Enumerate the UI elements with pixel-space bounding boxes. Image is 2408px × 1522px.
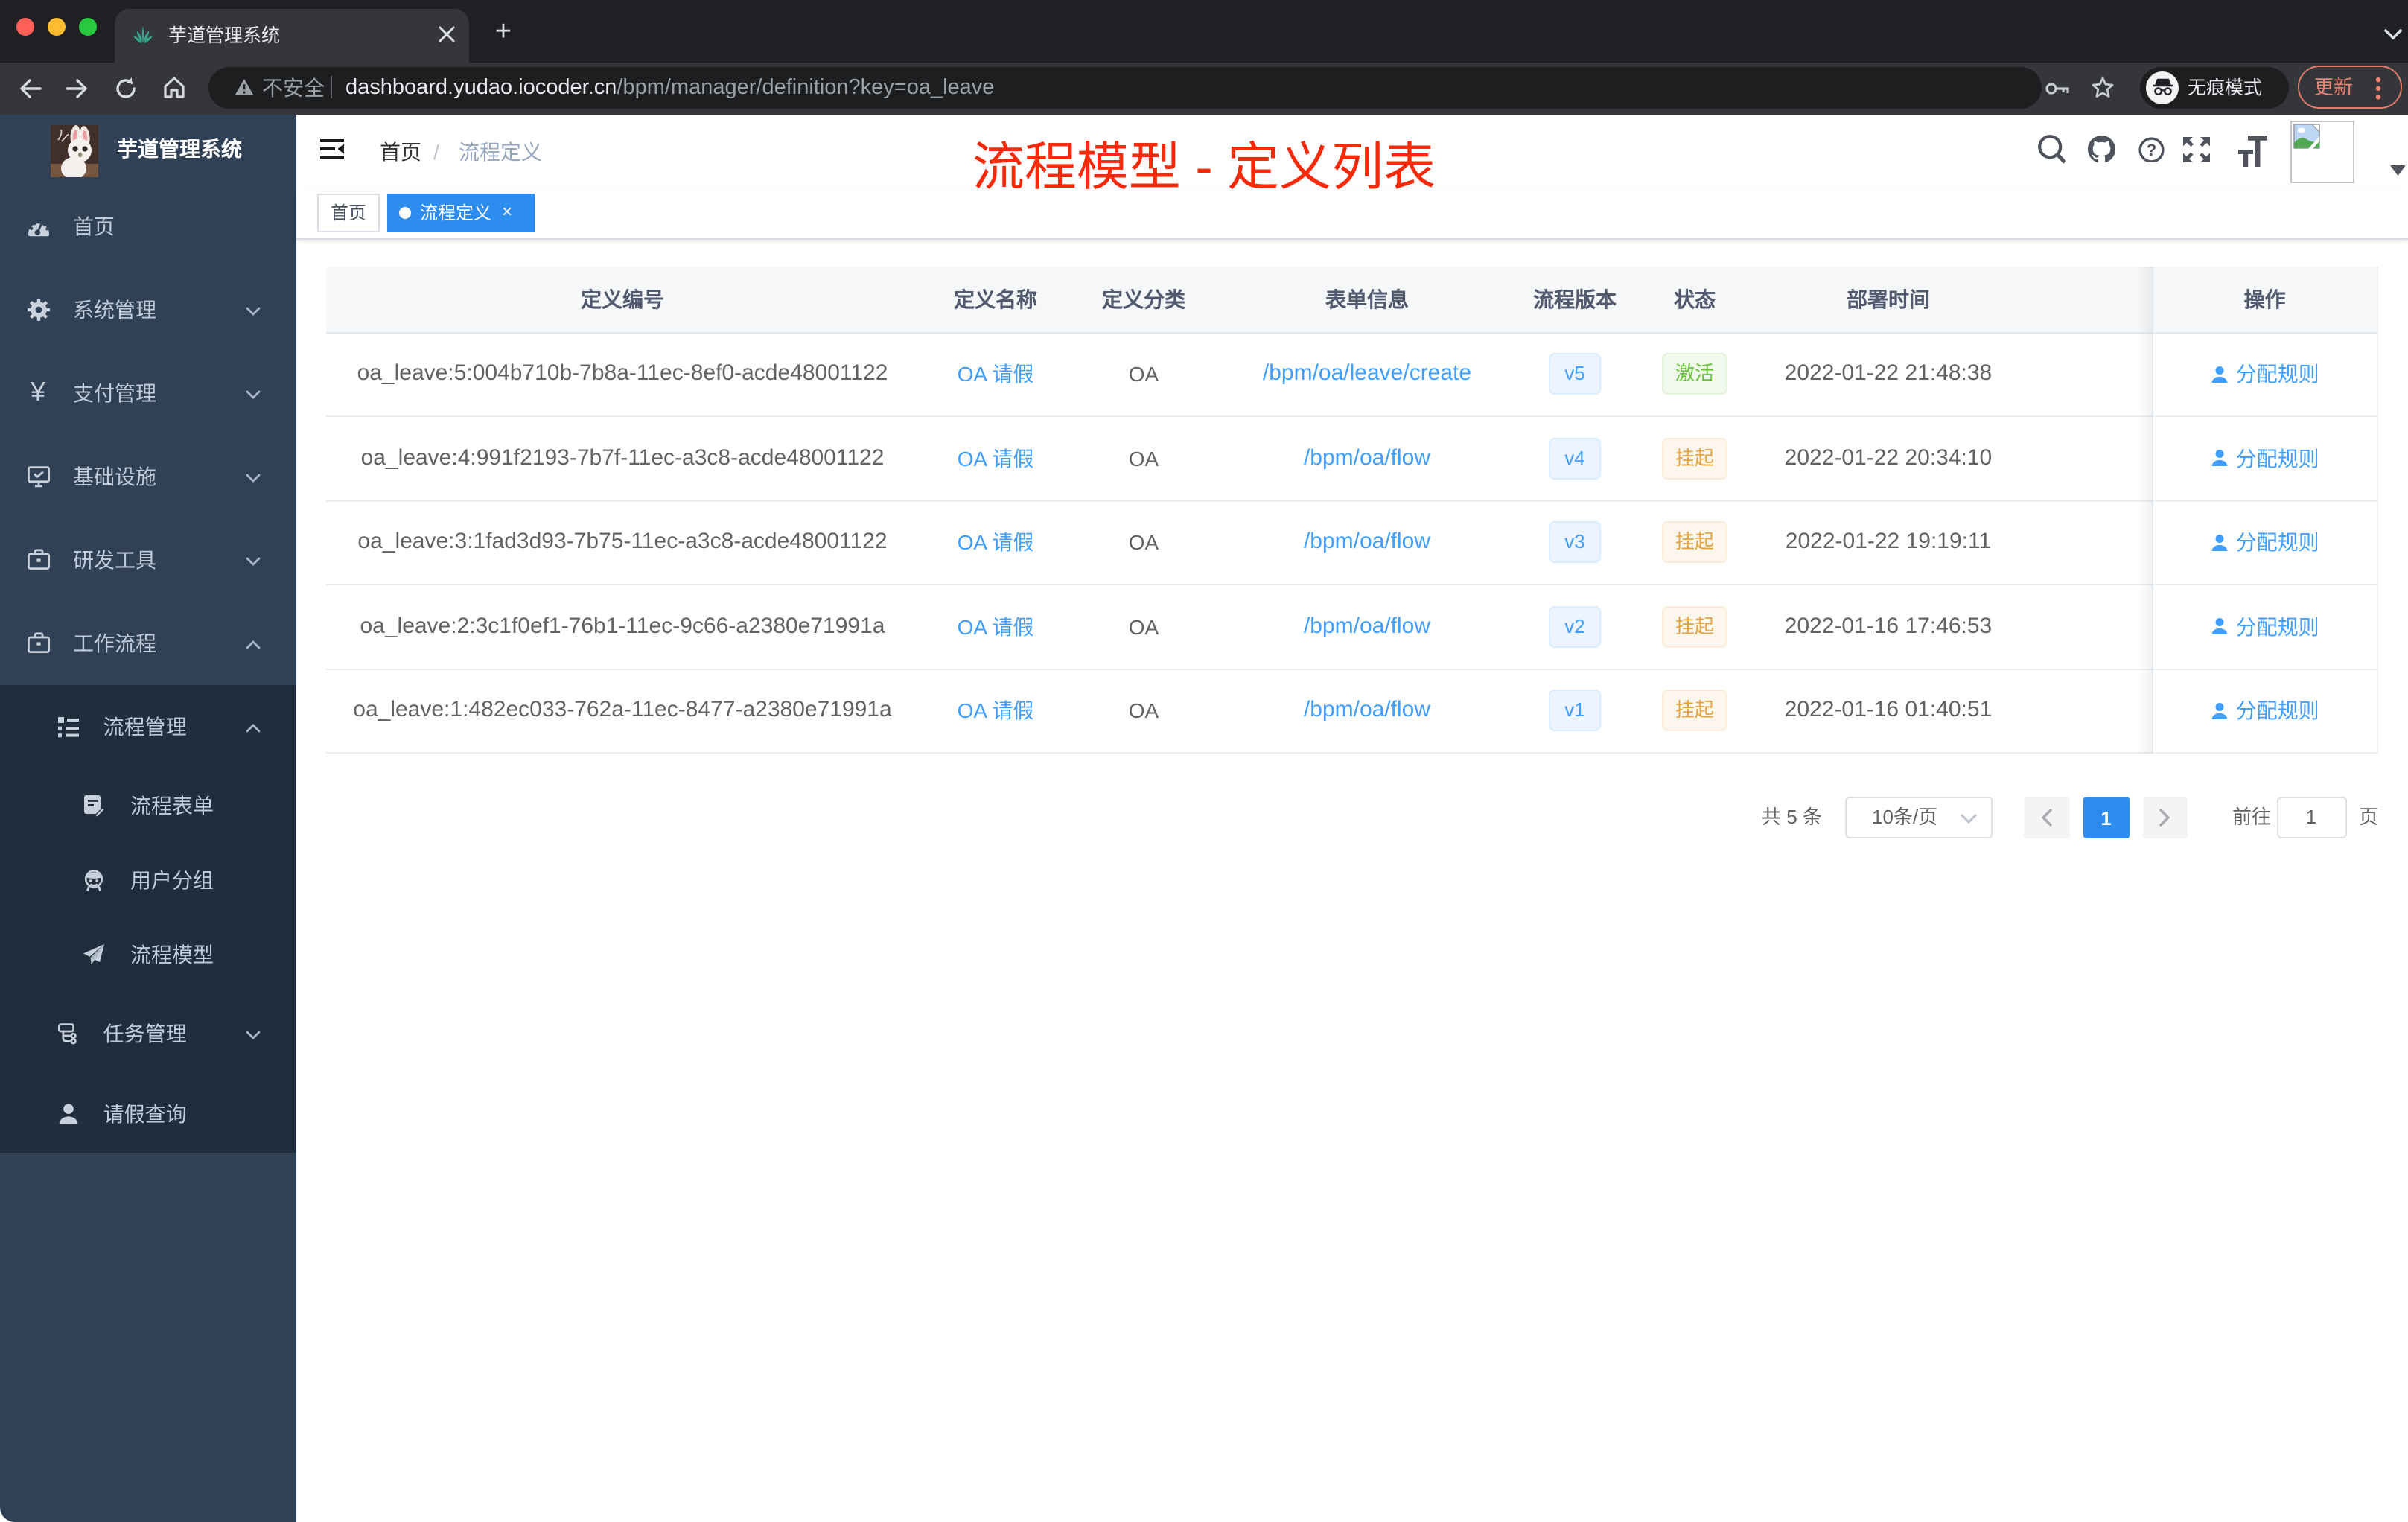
svg-text:?: ? bbox=[2147, 140, 2156, 159]
